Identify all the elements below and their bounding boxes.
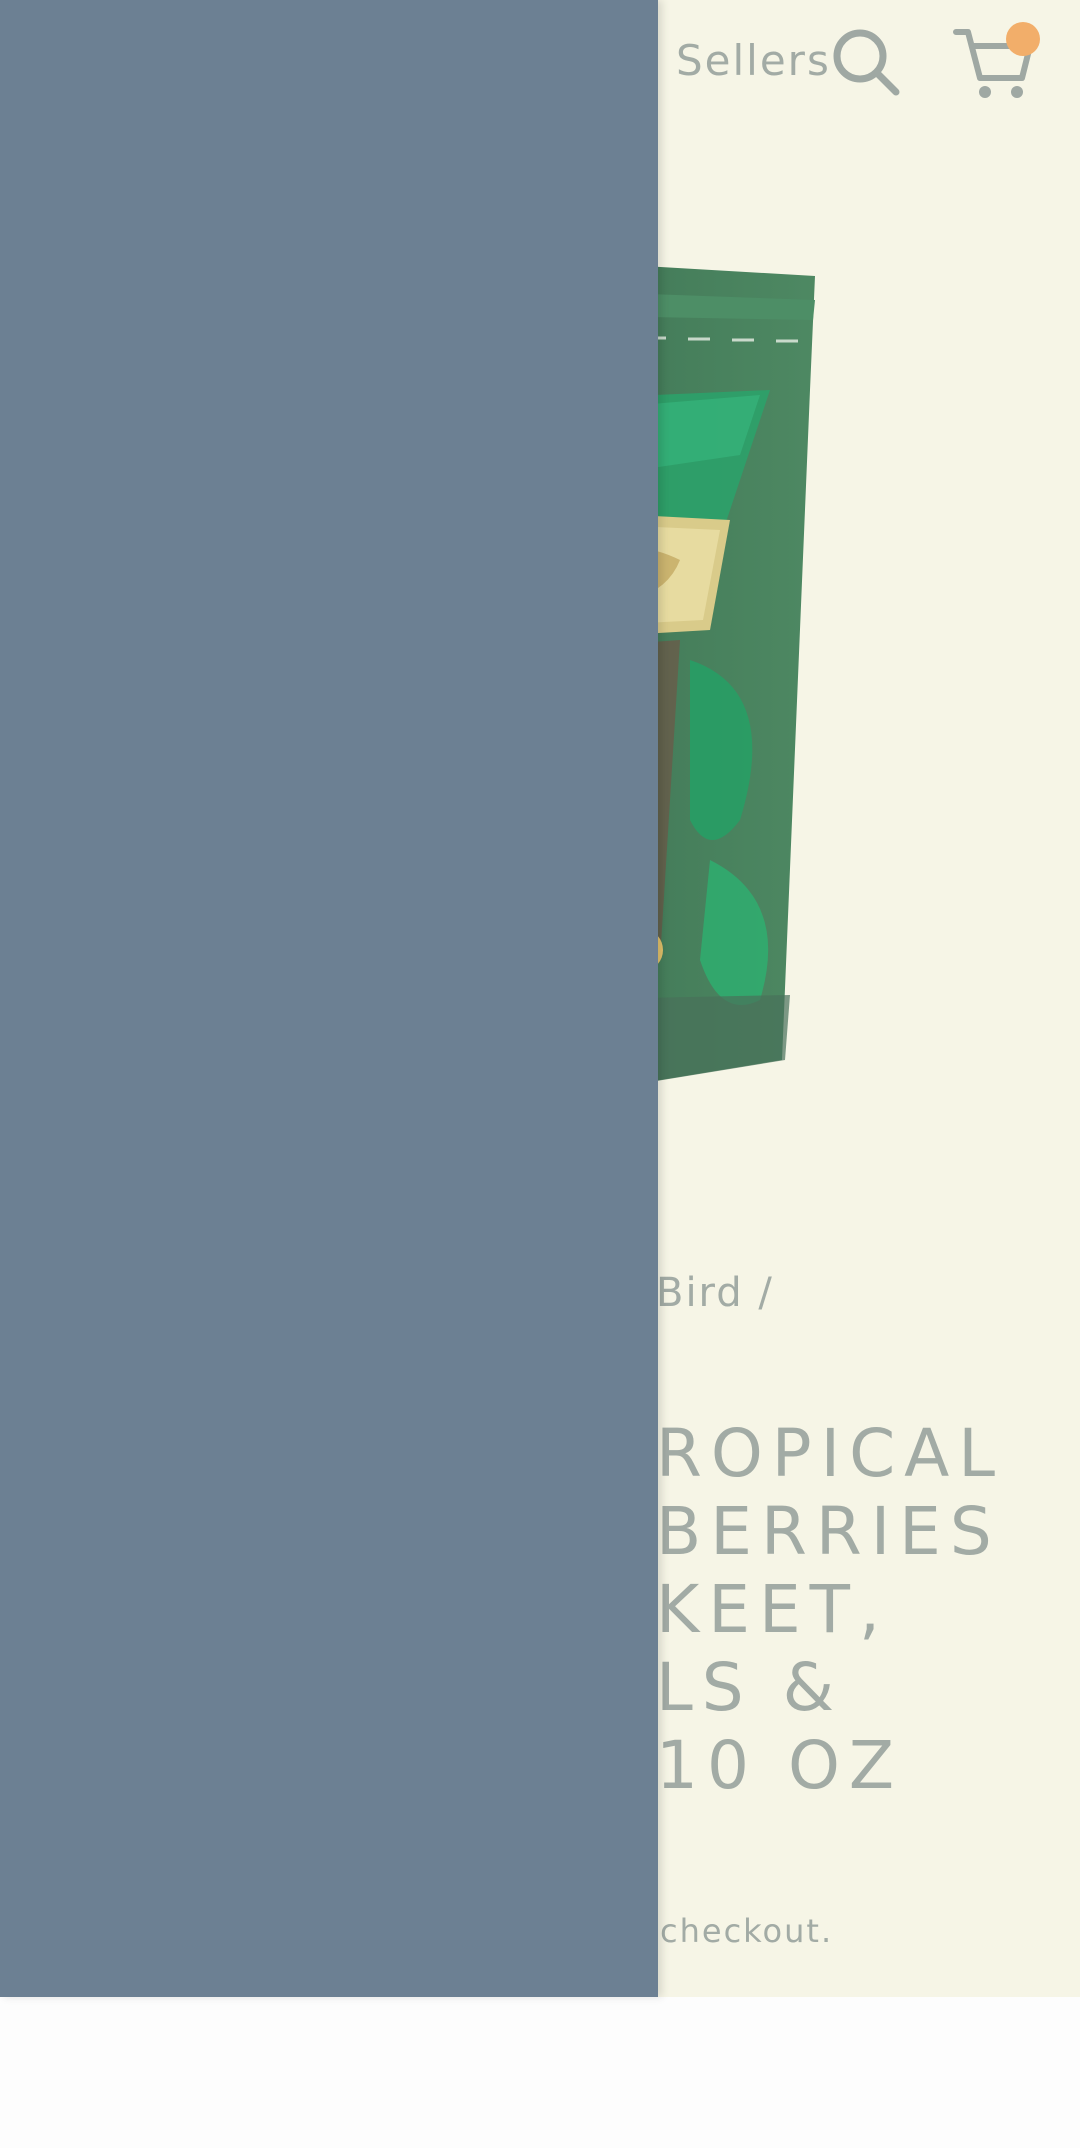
product-title-line: ROPICAL (656, 1415, 1005, 1492)
search-button[interactable] (830, 26, 902, 98)
side-navigation-drawer[interactable] (0, 0, 658, 1997)
product-title-line: KEET, (656, 1571, 889, 1648)
checkout-note: checkout. (660, 1912, 834, 1950)
breadcrumb[interactable]: Bird / (656, 1270, 774, 1316)
product-title-line: BERRIES (656, 1493, 1001, 1570)
product-title: ROPICAL BERRIES KEET, LS & 10 OZ (656, 1415, 1004, 1805)
product-title-line: 10 OZ (656, 1727, 904, 1804)
search-icon (833, 29, 900, 96)
sellers-link[interactable]: Sellers (676, 36, 831, 85)
cart-count-badge (1006, 22, 1040, 56)
product-title-line: LS & (656, 1649, 844, 1726)
